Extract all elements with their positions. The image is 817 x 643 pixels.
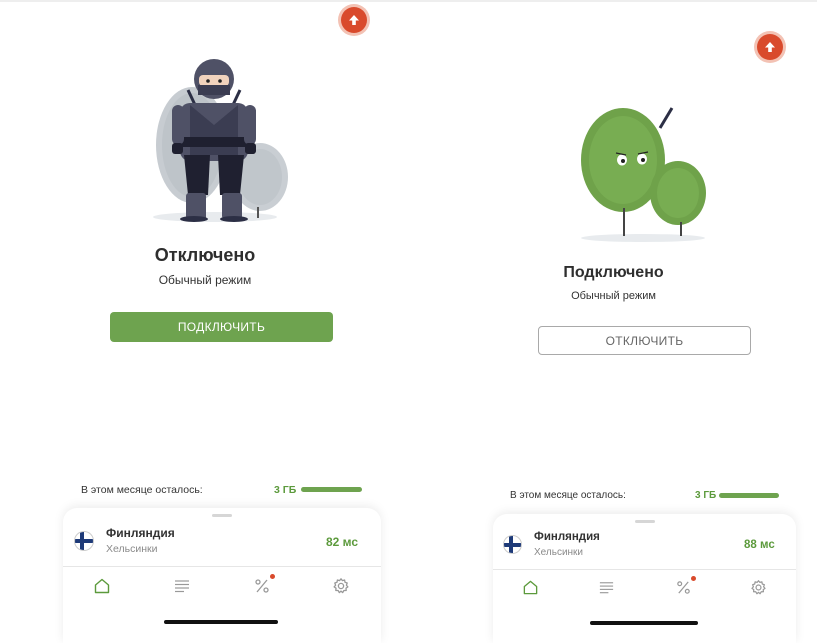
percent-icon[interactable] <box>253 577 271 595</box>
quota-label: В этом месяце осталось: <box>510 490 626 501</box>
quota-amount: 3 ГБ <box>695 490 717 501</box>
server-country[interactable]: Финляндия <box>534 531 600 543</box>
server-ping: 82 мс <box>326 535 359 549</box>
percent-icon[interactable] <box>675 579 692 596</box>
quota-amount: 3 ГБ <box>274 484 297 496</box>
list-icon[interactable] <box>173 577 191 595</box>
bush-ninja-illustration <box>581 107 706 242</box>
gear-icon[interactable] <box>332 577 350 595</box>
quota-progress-bar <box>719 493 779 498</box>
mode-label: Обычный режим <box>571 290 656 302</box>
screen-disconnected: Отключено Обычный режим ПОДКЛЮЧИТЬ В это… <box>0 0 410 643</box>
connect-button[interactable]: ПОДКЛЮЧИТЬ <box>110 312 333 342</box>
quota-label: В этом месяце осталось: <box>81 484 203 496</box>
list-icon[interactable] <box>598 579 615 596</box>
quota-progress-bar <box>301 487 362 492</box>
home-indicator <box>590 621 698 625</box>
notification-dot <box>691 576 696 581</box>
arrow-up-icon <box>349 15 359 25</box>
home-icon[interactable] <box>93 577 111 595</box>
sheet-divider <box>63 566 381 567</box>
home-indicator <box>164 620 278 624</box>
gear-icon[interactable] <box>750 579 767 596</box>
home-icon[interactable] <box>522 579 539 596</box>
sheet-divider <box>493 569 796 570</box>
screen-connected: Подключено Обычный режим ОТКЛЮЧИТЬ В это… <box>410 0 817 643</box>
server-city: Хельсинки <box>534 547 584 558</box>
notification-dot <box>270 574 275 579</box>
finland-flag-icon <box>75 532 93 550</box>
connection-status-title: Подключено <box>563 264 664 281</box>
mode-label: Обычный режим <box>158 273 252 287</box>
server-city: Хельсинки <box>106 543 158 555</box>
sheet-handle[interactable] <box>635 520 655 523</box>
disconnect-button[interactable]: ОТКЛЮЧИТЬ <box>538 326 751 355</box>
upgrade-button[interactable] <box>757 34 783 60</box>
sheet-handle[interactable] <box>212 514 232 517</box>
server-country[interactable]: Финляндия <box>106 526 175 540</box>
connection-status-title: Отключено <box>154 245 256 265</box>
arrow-up-icon <box>765 42 775 52</box>
server-ping: 88 мс <box>744 539 775 551</box>
finland-flag-icon <box>504 536 521 553</box>
upgrade-button[interactable] <box>341 7 367 33</box>
ninja-illustration <box>153 59 288 222</box>
